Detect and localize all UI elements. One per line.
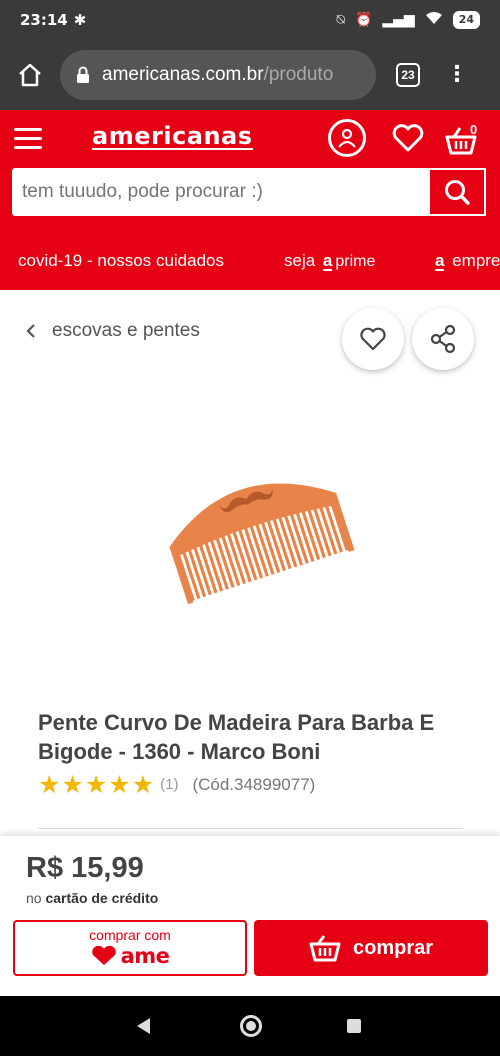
rating-stars: ★ ★ ★ ★ ★	[38, 772, 154, 797]
home-circle-icon[interactable]	[240, 1015, 262, 1037]
price-note: no cartão de crédito	[26, 890, 158, 906]
alarm-icon: ⏰	[354, 12, 373, 28]
promo-prime-text: prime	[335, 253, 376, 270]
promo-prime-link[interactable]: seja a prime	[284, 251, 375, 271]
status-time: 23:14	[20, 11, 68, 29]
mute-icon: ⍉	[336, 12, 345, 28]
menu-icon[interactable]	[14, 128, 42, 150]
star-icon: ★	[131, 770, 155, 799]
search-button[interactable]	[428, 168, 486, 216]
a-logo-icon-2: a	[435, 251, 445, 271]
home-icon	[19, 63, 41, 87]
url-path: /produto	[263, 64, 334, 85]
star-icon: ★	[108, 770, 131, 799]
user-icon	[338, 128, 356, 148]
price-note-prefix: no	[26, 890, 42, 906]
status-icons: ⍉ ⏰ ▂▄▆ 24	[337, 11, 480, 29]
search-input[interactable]	[12, 168, 428, 216]
recent-apps-icon[interactable]	[347, 1019, 361, 1033]
promo-empresas-text: empre	[452, 251, 500, 270]
search-icon	[445, 180, 470, 205]
url-domain: americanas.com.br	[102, 64, 264, 85]
back-icon[interactable]	[137, 1018, 150, 1034]
account-button[interactable]	[328, 119, 366, 157]
heart-outline-icon	[360, 327, 386, 351]
browser-menu-icon[interactable]: ⋮	[446, 64, 468, 86]
breadcrumb[interactable]: escovas e pentes	[26, 320, 200, 342]
price-note-method: cartão de crédito	[45, 890, 159, 906]
buy-button[interactable]: comprar	[254, 920, 488, 976]
page: 23:14 ✱ ⍉ ⏰ ▂▄▆ 24 americanas.com.br/pro…	[0, 0, 500, 1056]
status-bar: 23:14 ✱ ⍉ ⏰ ▂▄▆ 24	[0, 0, 500, 40]
bluetooth-icon: ✱	[73, 11, 87, 29]
ame-logo: ame	[91, 944, 170, 968]
star-icon: ★	[38, 770, 61, 799]
wifi-icon	[425, 11, 443, 29]
americanas-logo[interactable]: americanas	[92, 124, 253, 150]
favorites-button[interactable]	[392, 124, 424, 157]
promo-seja-text: seja	[284, 251, 316, 270]
heart-icon	[392, 124, 424, 152]
rating-count: (1)	[160, 776, 179, 793]
star-icon: ★	[61, 770, 84, 799]
battery-icon: 24	[452, 11, 480, 29]
ame-button-label: comprar com	[89, 927, 171, 943]
promo-covid-link[interactable]: covid-19 - nossos cuidados	[18, 251, 224, 271]
tab-switcher-button[interactable]: 23	[396, 63, 420, 87]
breadcrumb-label: escovas e pentes	[52, 320, 200, 341]
product-image[interactable]	[150, 460, 360, 610]
lock-icon	[77, 66, 89, 83]
share-icon	[430, 324, 456, 354]
buy-with-ame-button[interactable]: comprar com ame	[13, 920, 247, 976]
divider	[38, 828, 462, 829]
site-header: americanas 0 covid-19 - nossos cuidados …	[0, 110, 500, 290]
ame-heart-icon	[91, 946, 116, 965]
product-title: Pente Curvo De Madeira Para Barba E Bigo…	[38, 710, 435, 764]
rating-row[interactable]: ★ ★ ★ ★ ★ (1) (Cód.34899077)	[38, 772, 315, 797]
share-button[interactable]	[412, 308, 474, 370]
star-icon: ★	[84, 770, 108, 799]
promo-strip: covid-19 - nossos cuidados seja a prime a…	[0, 246, 500, 276]
ame-brand-text: ame	[120, 944, 170, 968]
cart-count-badge: 0	[470, 122, 478, 137]
basket-icon	[309, 935, 341, 962]
chevron-left-icon	[26, 324, 35, 338]
home-button[interactable]	[14, 59, 46, 91]
buy-button-label: comprar	[352, 936, 434, 959]
url-bar[interactable]: americanas.com.br/produto	[60, 50, 376, 100]
product-code: (Cód.34899077)	[192, 774, 316, 794]
price: R$ 15,99	[26, 852, 144, 884]
signal-icon: ▂▄▆	[382, 12, 415, 28]
favorite-product-button[interactable]	[342, 308, 404, 370]
buy-panel: R$ 15,99 no cartão de crédito comprar co…	[0, 836, 500, 996]
promo-empresas-link[interactable]: a empre	[432, 251, 500, 271]
system-nav-bar	[0, 996, 500, 1056]
a-logo-icon: a	[322, 251, 333, 271]
browser-toolbar: americanas.com.br/produto 23 ⋮	[0, 40, 500, 110]
